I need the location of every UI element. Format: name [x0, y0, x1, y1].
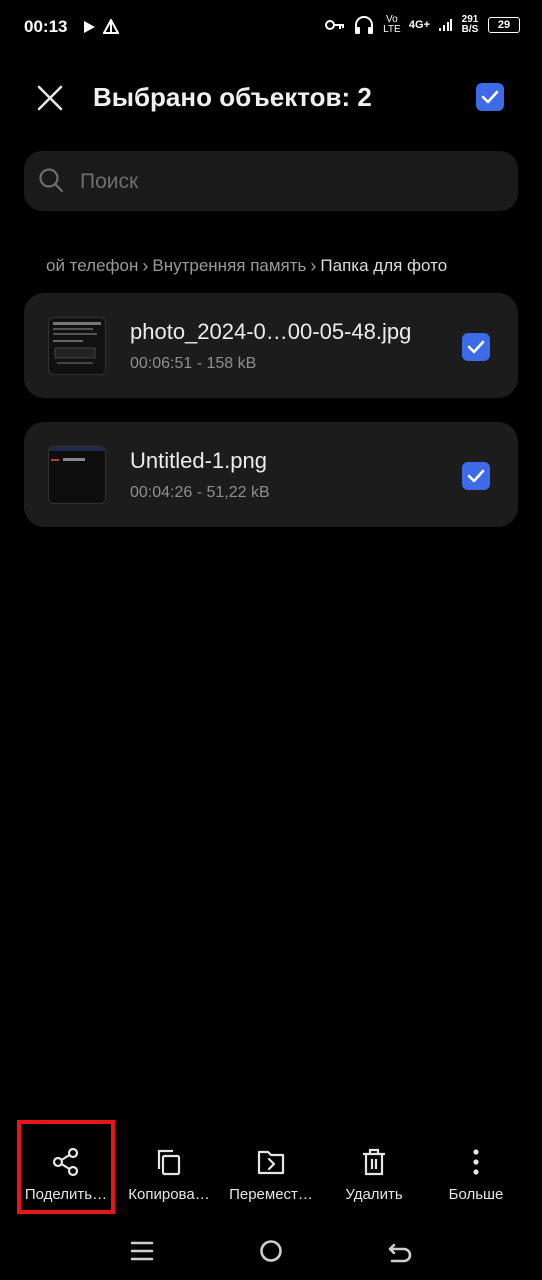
select-all-checkbox[interactable] [476, 83, 504, 111]
trash-icon [363, 1148, 385, 1176]
delete-button[interactable]: Удалить [322, 1140, 426, 1210]
file-meta: 00:06:51 - 158 kB [130, 355, 257, 372]
battery-indicator: 29 [488, 17, 520, 33]
back-nav-icon[interactable] [385, 1236, 415, 1266]
file-name: photo_2024-0…00-05-48.jpg [130, 319, 412, 344]
share-highlight-box [17, 1120, 115, 1214]
close-icon [37, 85, 63, 111]
battery-level: 29 [497, 19, 511, 31]
more-button[interactable]: Больше [424, 1140, 528, 1210]
chevron-right-icon: › [142, 255, 149, 276]
file-meta: 00:04:26 - 51,22 kB [130, 484, 270, 501]
signal-icon [439, 19, 452, 31]
status-time: 00:13 [24, 17, 68, 36]
breadcrumb-item-internal-storage[interactable]: Внутренняя память [152, 256, 306, 276]
home-nav-icon[interactable] [256, 1236, 286, 1266]
file-thumbnail [48, 317, 106, 375]
speed-indicator: 291 B/S [461, 14, 479, 35]
copy-icon [157, 1149, 181, 1176]
breadcrumb-item-phone[interactable]: ой телефон [46, 256, 138, 276]
file-thumbnail [48, 446, 106, 504]
search-input[interactable] [78, 165, 482, 199]
check-icon [481, 90, 499, 104]
breadcrumb-item-current-folder[interactable]: Папка для фото [320, 256, 447, 276]
move-label: Перемест… [229, 1186, 313, 1203]
menu-nav-icon[interactable] [127, 1236, 157, 1266]
file-list-item[interactable]: photo_2024-0…00-05-48.jpg 00:06:51 - 158… [24, 293, 518, 398]
headset-icon [354, 16, 373, 34]
more-label: Больше [448, 1186, 504, 1203]
key-icon [324, 20, 344, 30]
file-name: Untitled-1.png [130, 448, 267, 473]
delete-label: Удалить [345, 1186, 403, 1203]
alert-triangle-icon [103, 19, 119, 34]
file-list-item[interactable]: Untitled-1.png 00:04:26 - 51,22 kB [24, 422, 518, 527]
copy-button[interactable]: Копирова… [117, 1140, 221, 1210]
chevron-right-icon: › [310, 255, 317, 276]
image-preview-icon [49, 447, 105, 503]
play-icon [84, 21, 95, 33]
status-bar: 00:13 Vo LTE 4G+ 291 B/S 29 [0, 0, 542, 56]
check-icon [467, 469, 485, 483]
search-icon [39, 168, 64, 193]
page-title: Выбрано объектов: 2 [93, 82, 372, 112]
move-button[interactable]: Перемест… [219, 1140, 323, 1210]
copy-label: Копирова… [128, 1186, 210, 1203]
breadcrumb: ой телефон › Внутренняя память › Папка д… [46, 254, 506, 278]
volte-indicator: Vo LTE [383, 14, 401, 35]
file-checkbox[interactable] [462, 462, 490, 490]
file-checkbox[interactable] [462, 333, 490, 361]
status-indicators: Vo LTE 4G+ 291 B/S 29 [324, 14, 520, 35]
more-vertical-icon [473, 1149, 479, 1175]
close-button[interactable] [30, 78, 70, 118]
move-folder-icon [257, 1150, 285, 1175]
check-icon [467, 340, 485, 354]
network-indicator: 4G+ [408, 19, 430, 31]
image-preview-icon [49, 318, 105, 374]
